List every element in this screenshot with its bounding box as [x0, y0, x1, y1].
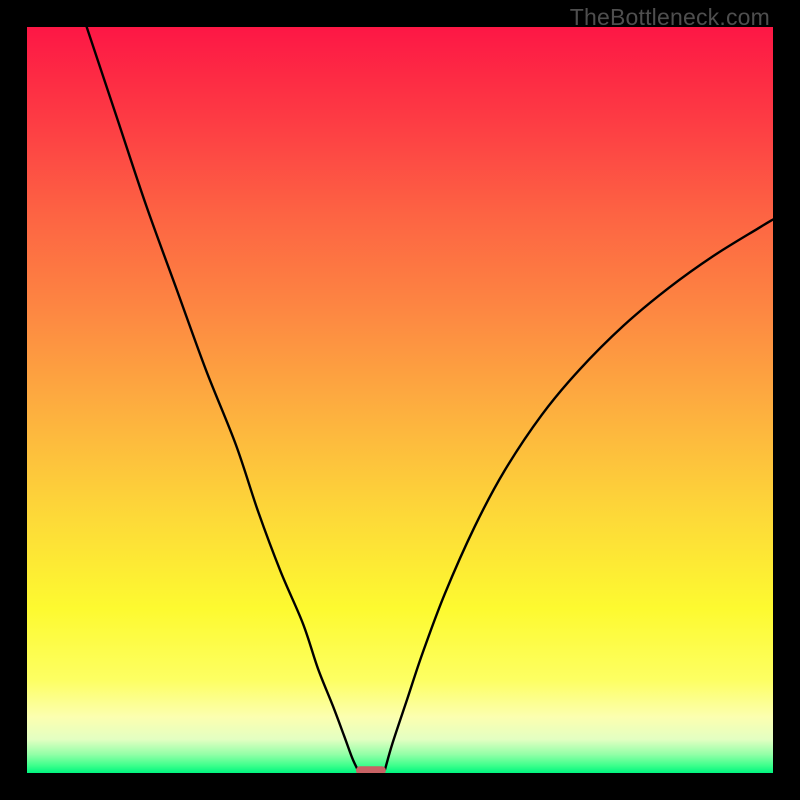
minimum-marker — [356, 766, 386, 773]
chart-frame: TheBottleneck.com — [0, 0, 800, 800]
plot-area — [27, 27, 773, 773]
gradient-background — [27, 27, 773, 773]
chart-svg — [27, 27, 773, 773]
